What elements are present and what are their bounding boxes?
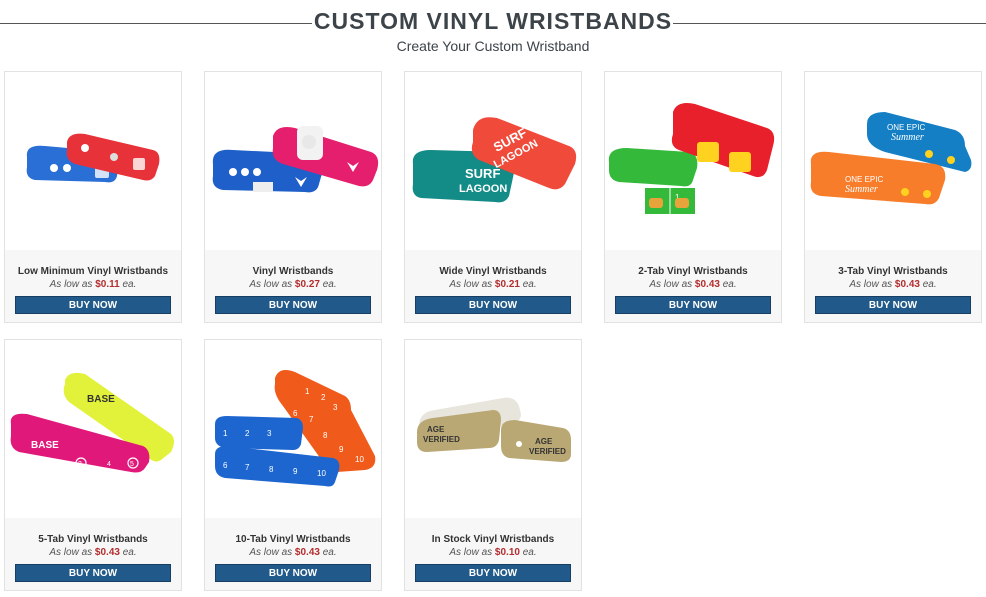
product-card[interactable]: AGE VERIFIED AGE VERIFIED In Stock Vinyl…: [404, 339, 582, 591]
buy-now-button[interactable]: BUY NOW: [15, 296, 171, 314]
product-image[interactable]: [205, 72, 381, 250]
product-price-line: As low as $0.43 ea.: [49, 547, 137, 558]
product-card[interactable]: Low Minimum Vinyl Wristbands As low as $…: [4, 71, 182, 323]
product-price-line: As low as $0.43 ea.: [849, 279, 937, 290]
svg-text:BASE: BASE: [87, 394, 115, 405]
product-price-line: As low as $0.43 ea.: [249, 547, 337, 558]
buy-now-button[interactable]: BUY NOW: [415, 296, 571, 314]
product-card[interactable]: BASE BASE 1 2 3 4 5 5-Tab Vinyl Wristban…: [4, 339, 182, 591]
product-image[interactable]: 1 2: [605, 72, 781, 250]
product-price: $0.10: [494, 547, 520, 558]
svg-text:5: 5: [130, 461, 134, 468]
svg-text:2: 2: [321, 393, 326, 402]
product-price: $0.11: [95, 279, 120, 290]
product-card[interactable]: 1 2 2-Tab Vinyl Wristbands As low as $0.…: [604, 71, 782, 323]
svg-text:4: 4: [107, 461, 111, 468]
svg-text:2: 2: [53, 461, 57, 468]
svg-text:7: 7: [245, 463, 250, 472]
svg-text:9: 9: [293, 467, 298, 476]
svg-text:3: 3: [333, 403, 338, 412]
product-info: 5-Tab Vinyl Wristbands As low as $0.43 e…: [5, 518, 181, 590]
product-price: $0.43: [294, 547, 320, 558]
product-name[interactable]: 2-Tab Vinyl Wristbands: [605, 266, 781, 277]
svg-text:1: 1: [305, 387, 310, 396]
buy-now-button[interactable]: BUY NOW: [415, 564, 571, 582]
product-image[interactable]: BASE BASE 1 2 3 4 5: [5, 340, 181, 518]
svg-text:2: 2: [245, 429, 250, 438]
svg-text:6: 6: [223, 461, 228, 470]
product-price: $0.21: [494, 279, 520, 290]
buy-now-button[interactable]: BUY NOW: [615, 296, 771, 314]
product-price-line: As low as $0.11 ea.: [49, 279, 137, 290]
product-card[interactable]: SURF LAGOON SURF LAGOON Wide Vinyl Wrist…: [404, 71, 582, 323]
svg-text:8: 8: [269, 465, 274, 474]
svg-text:7: 7: [309, 415, 314, 424]
page-subtitle: Create Your Custom Wristband: [396, 38, 590, 54]
product-price-line: As low as $0.43 ea.: [649, 279, 737, 290]
product-info: Vinyl Wristbands As low as $0.27 ea. BUY…: [205, 250, 381, 322]
svg-text:6: 6: [293, 409, 298, 418]
buy-now-button[interactable]: BUY NOW: [15, 564, 171, 582]
svg-text:10: 10: [317, 469, 326, 478]
page-header: CUSTOM VINYL WRISTBANDS Create Your Cust…: [0, 0, 986, 62]
svg-text:9: 9: [339, 445, 344, 454]
buy-now-button[interactable]: BUY NOW: [215, 564, 371, 582]
svg-text:10: 10: [355, 455, 364, 464]
svg-text:8: 8: [323, 431, 328, 440]
svg-text:ONE EPIC: ONE EPIC: [887, 123, 925, 132]
product-image[interactable]: ONE EPIC Summer ONE EPIC Summer: [805, 72, 981, 250]
svg-text:2: 2: [705, 193, 710, 202]
svg-text:BASE: BASE: [31, 440, 59, 451]
svg-text:VERIFIED: VERIFIED: [529, 447, 566, 456]
product-name[interactable]: Vinyl Wristbands: [205, 266, 381, 277]
product-name[interactable]: Low Minimum Vinyl Wristbands: [5, 266, 181, 277]
product-image[interactable]: SURF LAGOON SURF LAGOON: [405, 72, 581, 250]
product-image[interactable]: 1 2 3 6 7 8 9 10 1 2 3 6 7 8 9 10: [205, 340, 381, 518]
svg-text:AGE: AGE: [427, 425, 445, 434]
product-price-line: As low as $0.21 ea.: [449, 279, 537, 290]
product-card[interactable]: Vinyl Wristbands As low as $0.27 ea. BUY…: [204, 71, 382, 323]
product-info: 3-Tab Vinyl Wristbands As low as $0.43 e…: [805, 250, 981, 322]
product-price: $0.43: [894, 279, 920, 290]
buy-now-button[interactable]: BUY NOW: [215, 296, 371, 314]
svg-text:1: 1: [24, 461, 28, 468]
page-title: CUSTOM VINYL WRISTBANDS: [313, 8, 673, 34]
buy-now-button[interactable]: BUY NOW: [815, 296, 971, 314]
svg-text:1: 1: [223, 429, 228, 438]
product-info: In Stock Vinyl Wristbands As low as $0.1…: [405, 518, 581, 590]
svg-text:3: 3: [267, 429, 272, 438]
svg-text:VERIFIED: VERIFIED: [423, 435, 460, 444]
product-price: $0.43: [694, 279, 720, 290]
product-image[interactable]: AGE VERIFIED AGE VERIFIED: [405, 340, 581, 518]
product-card[interactable]: ONE EPIC Summer ONE EPIC Summer 3-Tab Vi…: [804, 71, 982, 323]
product-info: 2-Tab Vinyl Wristbands As low as $0.43 e…: [605, 250, 781, 322]
product-name[interactable]: Wide Vinyl Wristbands: [405, 266, 581, 277]
svg-text:ONE EPIC: ONE EPIC: [845, 175, 883, 184]
product-name[interactable]: 5-Tab Vinyl Wristbands: [5, 534, 181, 545]
svg-text:Summer: Summer: [891, 132, 924, 143]
svg-text:Summer: Summer: [845, 184, 878, 195]
product-name[interactable]: 3-Tab Vinyl Wristbands: [805, 266, 981, 277]
svg-text:AGE: AGE: [535, 437, 553, 446]
product-price: $0.27: [294, 279, 320, 290]
product-card[interactable]: 1 2 3 6 7 8 9 10 1 2 3 6 7 8 9 10 10-Tab…: [204, 339, 382, 591]
svg-text:3: 3: [78, 461, 82, 468]
product-name[interactable]: 10-Tab Vinyl Wristbands: [205, 534, 381, 545]
product-price-line: As low as $0.10 ea.: [449, 547, 537, 558]
product-image[interactable]: [5, 72, 181, 250]
svg-text:LAGOON: LAGOON: [459, 183, 507, 195]
product-info: Wide Vinyl Wristbands As low as $0.21 ea…: [405, 250, 581, 322]
product-info: Low Minimum Vinyl Wristbands As low as $…: [5, 250, 181, 322]
product-price-line: As low as $0.27 ea.: [249, 279, 337, 290]
product-name[interactable]: In Stock Vinyl Wristbands: [405, 534, 581, 545]
product-info: 10-Tab Vinyl Wristbands As low as $0.43 …: [205, 518, 381, 590]
product-price: $0.43: [94, 547, 120, 558]
